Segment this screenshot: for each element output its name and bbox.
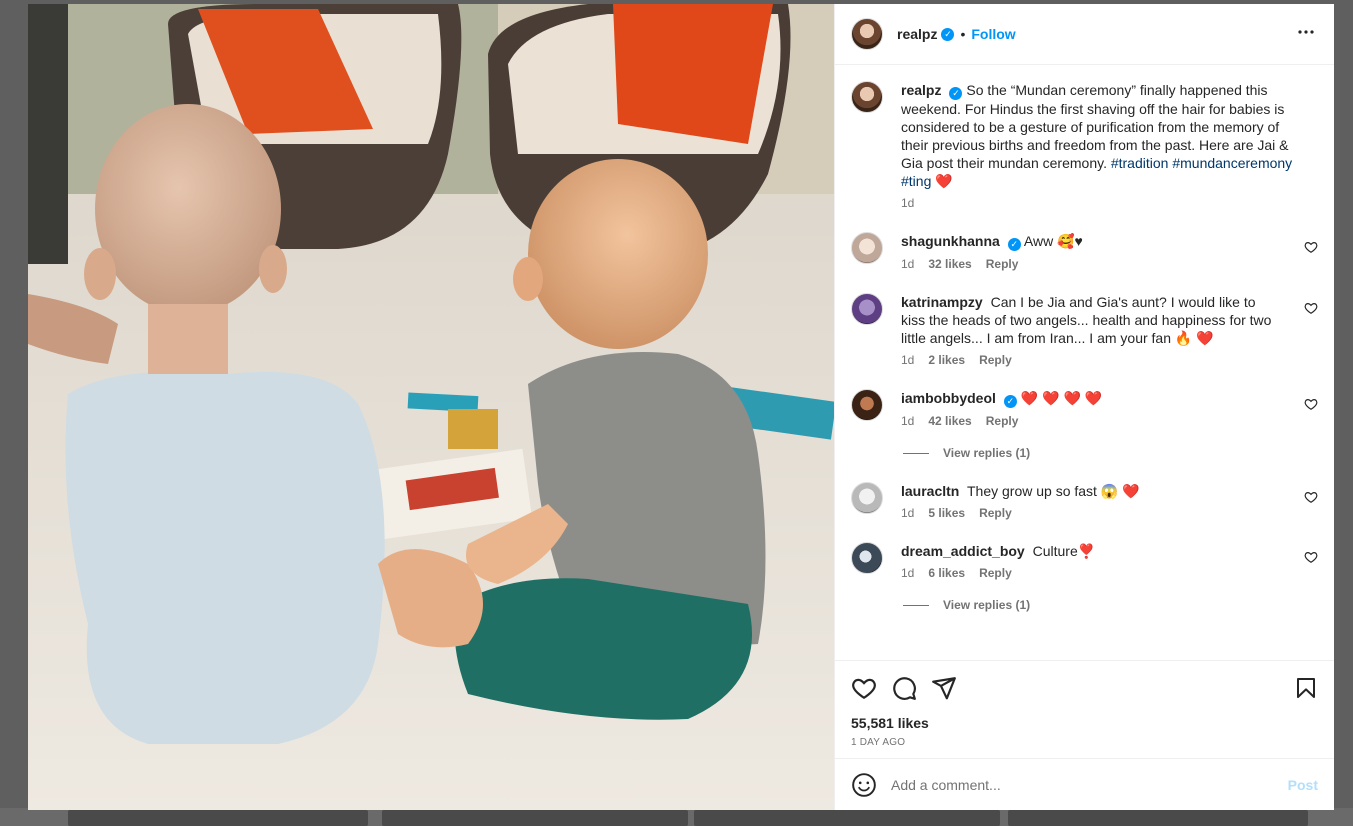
- hashtag-link[interactable]: #mundanceremony: [1172, 155, 1292, 171]
- replies-divider: [903, 452, 929, 454]
- bookmark-save-icon[interactable]: [1294, 675, 1318, 701]
- like-comment-icon[interactable]: [1304, 397, 1318, 411]
- commenter-avatar[interactable]: [851, 389, 883, 421]
- commenter-username[interactable]: shagunkhanna: [901, 233, 1000, 249]
- post-header: realpz ✓ • Follow: [835, 4, 1334, 65]
- comment-likes[interactable]: 5 likes: [928, 506, 965, 520]
- separator-dot: •: [960, 26, 966, 42]
- view-replies-button[interactable]: View replies (1): [903, 446, 1318, 460]
- reply-button[interactable]: Reply: [986, 414, 1019, 428]
- commenter-username[interactable]: lauracltn: [901, 483, 959, 499]
- background-thumbnail: [382, 810, 688, 826]
- comment-item: katrinampzy Can I be Jia and Gia's aunt?…: [851, 293, 1318, 367]
- commenter-username[interactable]: iambobbydeol: [901, 390, 996, 406]
- like-comment-icon[interactable]: [1304, 240, 1318, 254]
- commenter-username[interactable]: katrinampzy: [901, 294, 983, 310]
- verified-badge-icon: ✓: [941, 27, 955, 41]
- post-modal: realpz ✓ • Follow realpz ✓ So the “Mundan…: [28, 4, 1334, 810]
- verified-badge-icon: ✓: [1007, 238, 1021, 251]
- photo-illustration: [28, 4, 834, 810]
- commenter-avatar[interactable]: [851, 293, 883, 325]
- commenter-avatar[interactable]: [851, 542, 883, 574]
- comment-item: iambobbydeol ✓ ❤️ ❤️ ❤️ ❤️ 1d 42 likes Re…: [851, 389, 1318, 428]
- author-username[interactable]: realpz: [897, 26, 937, 42]
- caption-emoji: ❤️: [935, 173, 953, 189]
- commenter-avatar[interactable]: [851, 232, 883, 264]
- comment-text: They grow up so fast 😱 ❤️: [967, 483, 1140, 499]
- comment-time[interactable]: 1d: [901, 353, 914, 367]
- comment-item: lauracltn They grow up so fast 😱 ❤️ 1d 5…: [851, 482, 1318, 520]
- hashtag-link[interactable]: #ting: [901, 173, 931, 189]
- view-replies-button[interactable]: View replies (1): [903, 598, 1318, 612]
- reply-button[interactable]: Reply: [979, 506, 1012, 520]
- like-comment-icon[interactable]: [1304, 550, 1318, 564]
- comment-likes[interactable]: 6 likes: [928, 566, 965, 580]
- comment-input[interactable]: [891, 776, 1288, 793]
- view-replies-label: View replies (1): [943, 598, 1031, 612]
- post-photo[interactable]: [28, 4, 834, 810]
- comment-item: dream_addict_boy Culture❣️ 1d 6 likes Re…: [851, 542, 1318, 580]
- caption: realpz ✓ So the “Mundan ceremony” finally…: [851, 81, 1318, 210]
- caption-time[interactable]: 1d: [901, 196, 914, 210]
- like-comment-icon[interactable]: [1304, 490, 1318, 504]
- view-replies-label: View replies (1): [943, 446, 1031, 460]
- comment-time[interactable]: 1d: [901, 506, 914, 520]
- background-thumbnail: [1008, 810, 1308, 826]
- replies-divider: [903, 604, 929, 606]
- commenter-username[interactable]: dream_addict_boy: [901, 543, 1025, 559]
- comment-likes[interactable]: 32 likes: [928, 257, 971, 271]
- follow-button[interactable]: Follow: [971, 26, 1015, 42]
- like-comment-icon[interactable]: [1304, 301, 1318, 315]
- comment-text: ❤️ ❤️ ❤️ ❤️: [1020, 390, 1103, 406]
- author-avatar[interactable]: [851, 18, 883, 50]
- comment-time[interactable]: 1d: [901, 414, 914, 428]
- comment-text: Culture❣️: [1032, 543, 1096, 559]
- reply-button[interactable]: Reply: [979, 353, 1012, 367]
- background-feed-strip: [0, 808, 1353, 826]
- caption-username[interactable]: realpz: [901, 82, 941, 98]
- comment-time[interactable]: 1d: [901, 257, 914, 271]
- comment-time[interactable]: 1d: [901, 566, 914, 580]
- likes-count[interactable]: 55,581 likes: [851, 715, 1318, 731]
- background-thumbnail: [694, 810, 1000, 826]
- post-date[interactable]: 1 DAY AGO: [851, 737, 1318, 748]
- post-side-panel: realpz ✓ • Follow realpz ✓ So the “Mundan…: [834, 4, 1334, 810]
- commenter-avatar[interactable]: [851, 482, 883, 514]
- reply-button[interactable]: Reply: [986, 257, 1019, 271]
- comment-likes[interactable]: 42 likes: [928, 414, 971, 428]
- share-send-icon[interactable]: [931, 675, 957, 701]
- comment-text: Aww 🥰♥: [1023, 233, 1083, 249]
- background-thumbnail: [68, 810, 368, 826]
- reply-button[interactable]: Reply: [979, 566, 1012, 580]
- more-options-icon[interactable]: [1294, 20, 1318, 49]
- hashtag-link[interactable]: #tradition: [1111, 155, 1169, 171]
- post-comment-button[interactable]: Post: [1288, 777, 1318, 793]
- verified-badge-icon: ✓: [949, 87, 963, 100]
- like-heart-icon[interactable]: [851, 675, 877, 701]
- comment-bubble-icon[interactable]: [891, 675, 917, 701]
- comments-list[interactable]: realpz ✓ So the “Mundan ceremony” finally…: [835, 65, 1334, 660]
- verified-badge-icon: ✓: [1003, 395, 1017, 408]
- comment-likes[interactable]: 2 likes: [928, 353, 965, 367]
- emoji-picker-icon[interactable]: [851, 772, 877, 798]
- post-actions: 55,581 likes 1 DAY AGO: [835, 660, 1334, 758]
- comment-composer: Post: [835, 758, 1334, 810]
- comment-item: shagunkhanna ✓ Aww 🥰♥ 1d 32 likes Reply: [851, 232, 1318, 271]
- author-avatar[interactable]: [851, 81, 883, 113]
